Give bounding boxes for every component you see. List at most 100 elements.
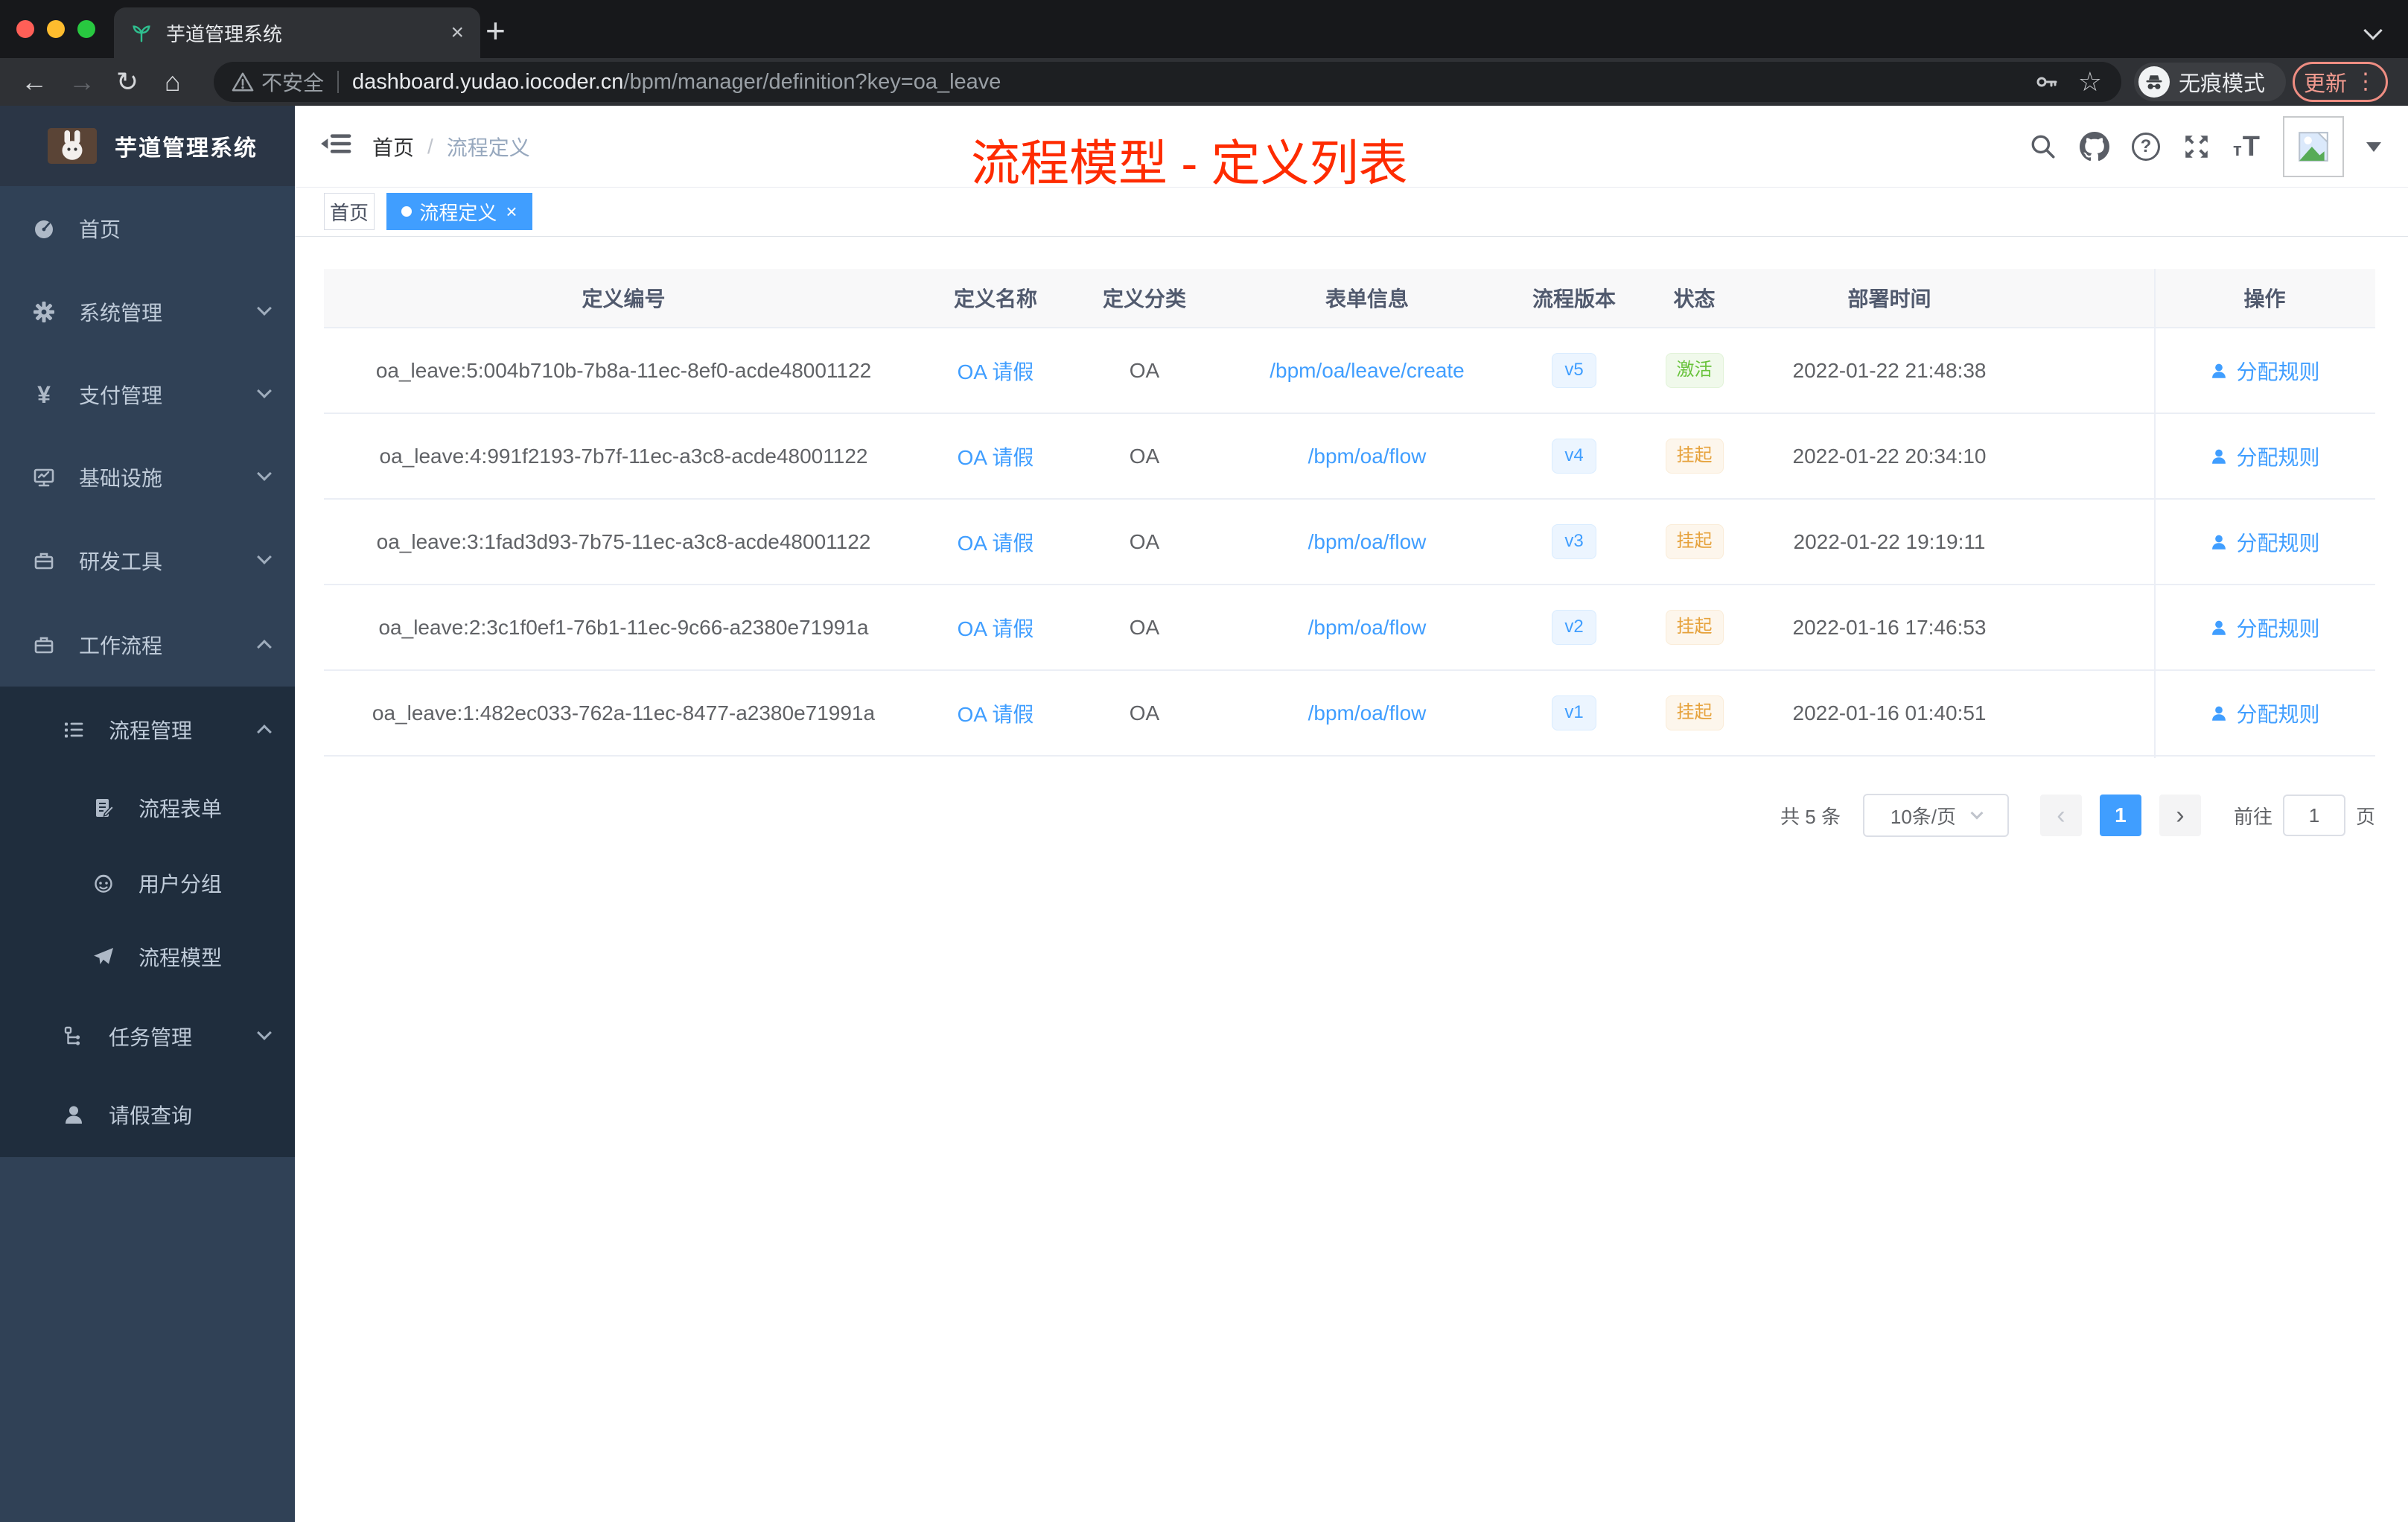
sidebar-item-label: 工作流程 — [79, 634, 163, 657]
window-minimize-button[interactable] — [47, 20, 65, 38]
sidebar-item-workflow[interactable]: 工作流程 — [0, 603, 295, 687]
person-icon — [2209, 618, 2229, 637]
assign-rule-button[interactable]: 分配规则 — [2154, 527, 2375, 557]
definition-category: OA — [1129, 358, 1160, 382]
breadcrumb-home[interactable]: 首页 — [372, 132, 414, 162]
active-dot-icon — [401, 206, 413, 217]
search-icon[interactable] — [2029, 133, 2057, 161]
window-zoom-button[interactable] — [77, 20, 95, 38]
tab-search-caret-icon[interactable] — [2363, 21, 2383, 40]
form-info-link[interactable]: /bpm/oa/flow — [1308, 701, 1427, 725]
table-row: oa_leave:1:482ec033-762a-11ec-8477-a2380… — [324, 671, 2375, 757]
definition-name-link[interactable]: OA 请假 — [958, 360, 1034, 383]
sidebar-item-dev-tools[interactable]: 研发工具 — [0, 519, 295, 602]
home-button[interactable]: ⌂ — [165, 58, 181, 106]
form-info-link[interactable]: /bpm/oa/flow — [1308, 445, 1427, 468]
github-icon[interactable] — [2080, 132, 2109, 162]
breadcrumb-current: 流程定义 — [446, 136, 530, 159]
assign-rule-label: 分配规则 — [2236, 445, 2320, 469]
version-badge: v3 — [1552, 524, 1596, 559]
goto-page-input[interactable]: 1 — [2282, 795, 2345, 836]
tag-home[interactable]: 首页 — [324, 193, 375, 230]
sidebar-item-system-management[interactable]: 系统管理 — [0, 270, 295, 354]
address-bar[interactable]: 不安全 dashboard.yudao.iocoder.cn/bpm/manag… — [214, 62, 2121, 102]
sidebar-item-process-model[interactable]: 流程模型 — [0, 915, 295, 999]
new-tab-button[interactable]: + — [485, 13, 506, 48]
avatar[interactable] — [2283, 116, 2344, 177]
robot-icon — [89, 871, 118, 895]
update-label: 更新 — [2303, 72, 2347, 96]
tag-process-definition[interactable]: 流程定义 × — [386, 193, 532, 230]
sidebar-collapse-icon[interactable] — [320, 130, 354, 162]
page-size-select[interactable]: 10条/页 — [1862, 794, 2009, 837]
form-icon — [89, 796, 118, 820]
sidebar-item-process-form[interactable]: 流程表单 — [0, 766, 295, 850]
sidebar-item-infrastructure[interactable]: 基础设施 — [0, 436, 295, 519]
reload-button[interactable]: ↻ — [116, 58, 138, 106]
chrome-update-button[interactable]: 更新 ⋮ — [2293, 62, 2388, 102]
sidebar-item-label: 基础设施 — [79, 467, 163, 490]
sidebar-item-home[interactable]: 首页 — [0, 187, 295, 270]
status-badge: 挂起 — [1665, 610, 1724, 645]
window-controls[interactable] — [16, 20, 95, 38]
sidebar-logo[interactable]: 芋道管理系统 — [0, 106, 295, 186]
sidebar-item-label: 请假查询 — [109, 1104, 193, 1127]
definition-name-link[interactable]: OA 请假 — [958, 446, 1034, 469]
form-info-link[interactable]: /bpm/oa/flow — [1308, 616, 1427, 639]
gear-icon — [30, 300, 58, 324]
text-size-large: T — [2242, 130, 2261, 162]
fullscreen-icon[interactable] — [2182, 133, 2211, 161]
toolbox-icon — [30, 549, 58, 573]
tab-favicon-seedling-icon — [130, 22, 153, 44]
definition-id: oa_leave:1:482ec033-762a-11ec-8477-a2380… — [372, 701, 876, 725]
help-icon[interactable]: ? — [2132, 133, 2161, 161]
avatar-dropdown-caret-icon[interactable] — [2366, 141, 2381, 152]
tab-close-icon[interactable]: × — [450, 22, 464, 44]
assign-rule-button[interactable]: 分配规则 — [2154, 698, 2375, 728]
assign-rule-button[interactable]: 分配规则 — [2154, 442, 2375, 471]
version-badge: v1 — [1552, 695, 1596, 730]
deploy-time: 2022-01-22 21:48:38 — [1792, 358, 1987, 382]
back-button[interactable]: ← — [21, 58, 48, 106]
form-info-link[interactable]: /bpm/oa/leave/create — [1270, 359, 1465, 382]
definition-table: 定义编号 定义名称 定义分类 表单信息 流程版本 状态 部署时间 操作 oa_l… — [324, 269, 2375, 758]
text-size-icon[interactable]: тT — [2233, 131, 2261, 163]
logo-avatar-image — [48, 128, 97, 164]
sidebar-item-label: 用户分组 — [138, 873, 223, 896]
assign-rule-button[interactable]: 分配规则 — [2154, 356, 2375, 386]
definition-name-link[interactable]: OA 请假 — [958, 703, 1034, 726]
definition-id: oa_leave:2:3c1f0ef1-76b1-11ec-9c66-a2380… — [378, 615, 869, 639]
sidebar-item-payment-management[interactable]: ¥ 支付管理 — [0, 353, 295, 436]
prev-page-button[interactable]: ‹ — [2039, 795, 2082, 836]
browser-tab[interactable]: 芋道管理系统 × — [114, 7, 480, 58]
sidebar-item-user-group[interactable]: 用户分组 — [0, 841, 295, 925]
next-page-button[interactable]: › — [2159, 795, 2201, 836]
definition-name-link[interactable]: OA 请假 — [958, 532, 1034, 555]
tag-close-icon[interactable]: × — [506, 202, 517, 221]
brand-title: 芋道管理系统 — [115, 136, 258, 161]
definition-category: OA — [1129, 444, 1160, 468]
browser-menu-icon[interactable]: ⋮ — [2354, 71, 2377, 93]
pagination-total: 共 5 条 — [1780, 805, 1841, 828]
sidebar-item-process-management[interactable]: 流程管理 — [0, 688, 295, 771]
assign-rule-button[interactable]: 分配规则 — [2154, 613, 2375, 643]
broken-image-icon — [2296, 130, 2331, 164]
window-close-button[interactable] — [16, 20, 34, 38]
incognito-label: 无痕模式 — [2179, 72, 2266, 96]
definition-id: oa_leave:3:1fad3d93-7b75-11ec-a3c8-acde4… — [376, 529, 871, 553]
monitor-icon — [30, 465, 58, 489]
definition-name-link[interactable]: OA 请假 — [958, 617, 1034, 640]
sidebar-item-label: 研发工具 — [79, 550, 163, 573]
sidebar-item-task-management[interactable]: 任务管理 — [0, 995, 295, 1078]
forward-button[interactable]: → — [69, 58, 95, 106]
column-header-deploy-time: 部署时间 — [1847, 287, 1931, 311]
form-info-link[interactable]: /bpm/oa/flow — [1308, 530, 1427, 553]
column-header-definition-name: 定义名称 — [953, 287, 1037, 311]
password-key-icon[interactable] — [2035, 70, 2059, 94]
page-1-button[interactable]: 1 — [2099, 795, 2141, 836]
bookmark-star-icon[interactable]: ☆ — [2078, 66, 2102, 98]
chevron-down-icon — [257, 383, 272, 398]
not-secure-label[interactable]: 不安全 — [261, 67, 324, 97]
page-url[interactable]: dashboard.yudao.iocoder.cn/bpm/manager/d… — [352, 70, 1001, 95]
sidebar-item-leave-query[interactable]: 请假查询 — [0, 1073, 295, 1156]
